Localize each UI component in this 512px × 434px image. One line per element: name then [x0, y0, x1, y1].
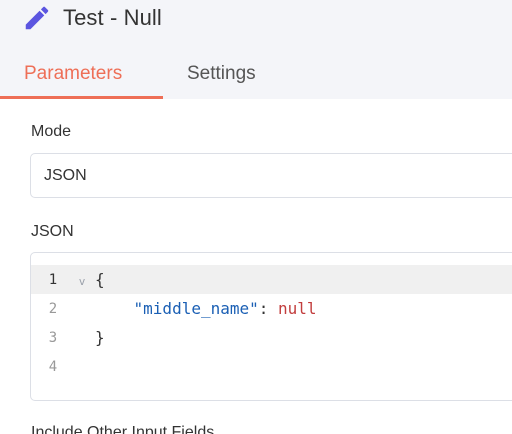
line-number: 2 — [48, 300, 58, 317]
code-text: { — [95, 270, 105, 289]
mode-select-value: JSON — [44, 166, 87, 184]
tab-bar: Parameters Settings — [0, 56, 276, 99]
fold-placeholder — [69, 307, 95, 310]
json-label: JSON — [31, 223, 74, 240]
code-text: "middle_name": null — [95, 299, 317, 318]
title-row: Test - Null — [22, 4, 162, 32]
tab-parameters[interactable]: Parameters — [0, 56, 163, 99]
code-text: } — [95, 328, 105, 347]
tab-settings[interactable]: Settings — [163, 56, 276, 99]
json-editor[interactable]: 1 v { 2 "middle_name": null 3 } 4 — [30, 252, 512, 401]
json-separator: : — [258, 299, 279, 318]
code-line[interactable]: 3 } — [31, 323, 512, 352]
node-title[interactable]: Test - Null — [63, 5, 162, 31]
code-line[interactable]: 1 v { — [31, 265, 512, 294]
fold-toggle-icon[interactable]: v — [69, 272, 95, 288]
fold-placeholder — [69, 365, 95, 368]
line-number: 4 — [48, 358, 58, 375]
node-header: Test - Null Parameters Settings — [0, 0, 512, 99]
code-line[interactable]: 4 — [31, 352, 512, 381]
line-number: 3 — [48, 329, 58, 346]
code-line[interactable]: 2 "middle_name": null — [31, 294, 512, 323]
fold-placeholder — [69, 336, 95, 339]
mode-label: Mode — [31, 123, 72, 140]
pencil-icon — [25, 6, 49, 30]
json-value: null — [278, 299, 317, 318]
line-number: 1 — [48, 271, 58, 288]
next-field-label: Include Other Input Fields — [31, 424, 215, 434]
mode-select[interactable]: JSON — [30, 153, 512, 198]
json-key: "middle_name" — [133, 299, 259, 318]
